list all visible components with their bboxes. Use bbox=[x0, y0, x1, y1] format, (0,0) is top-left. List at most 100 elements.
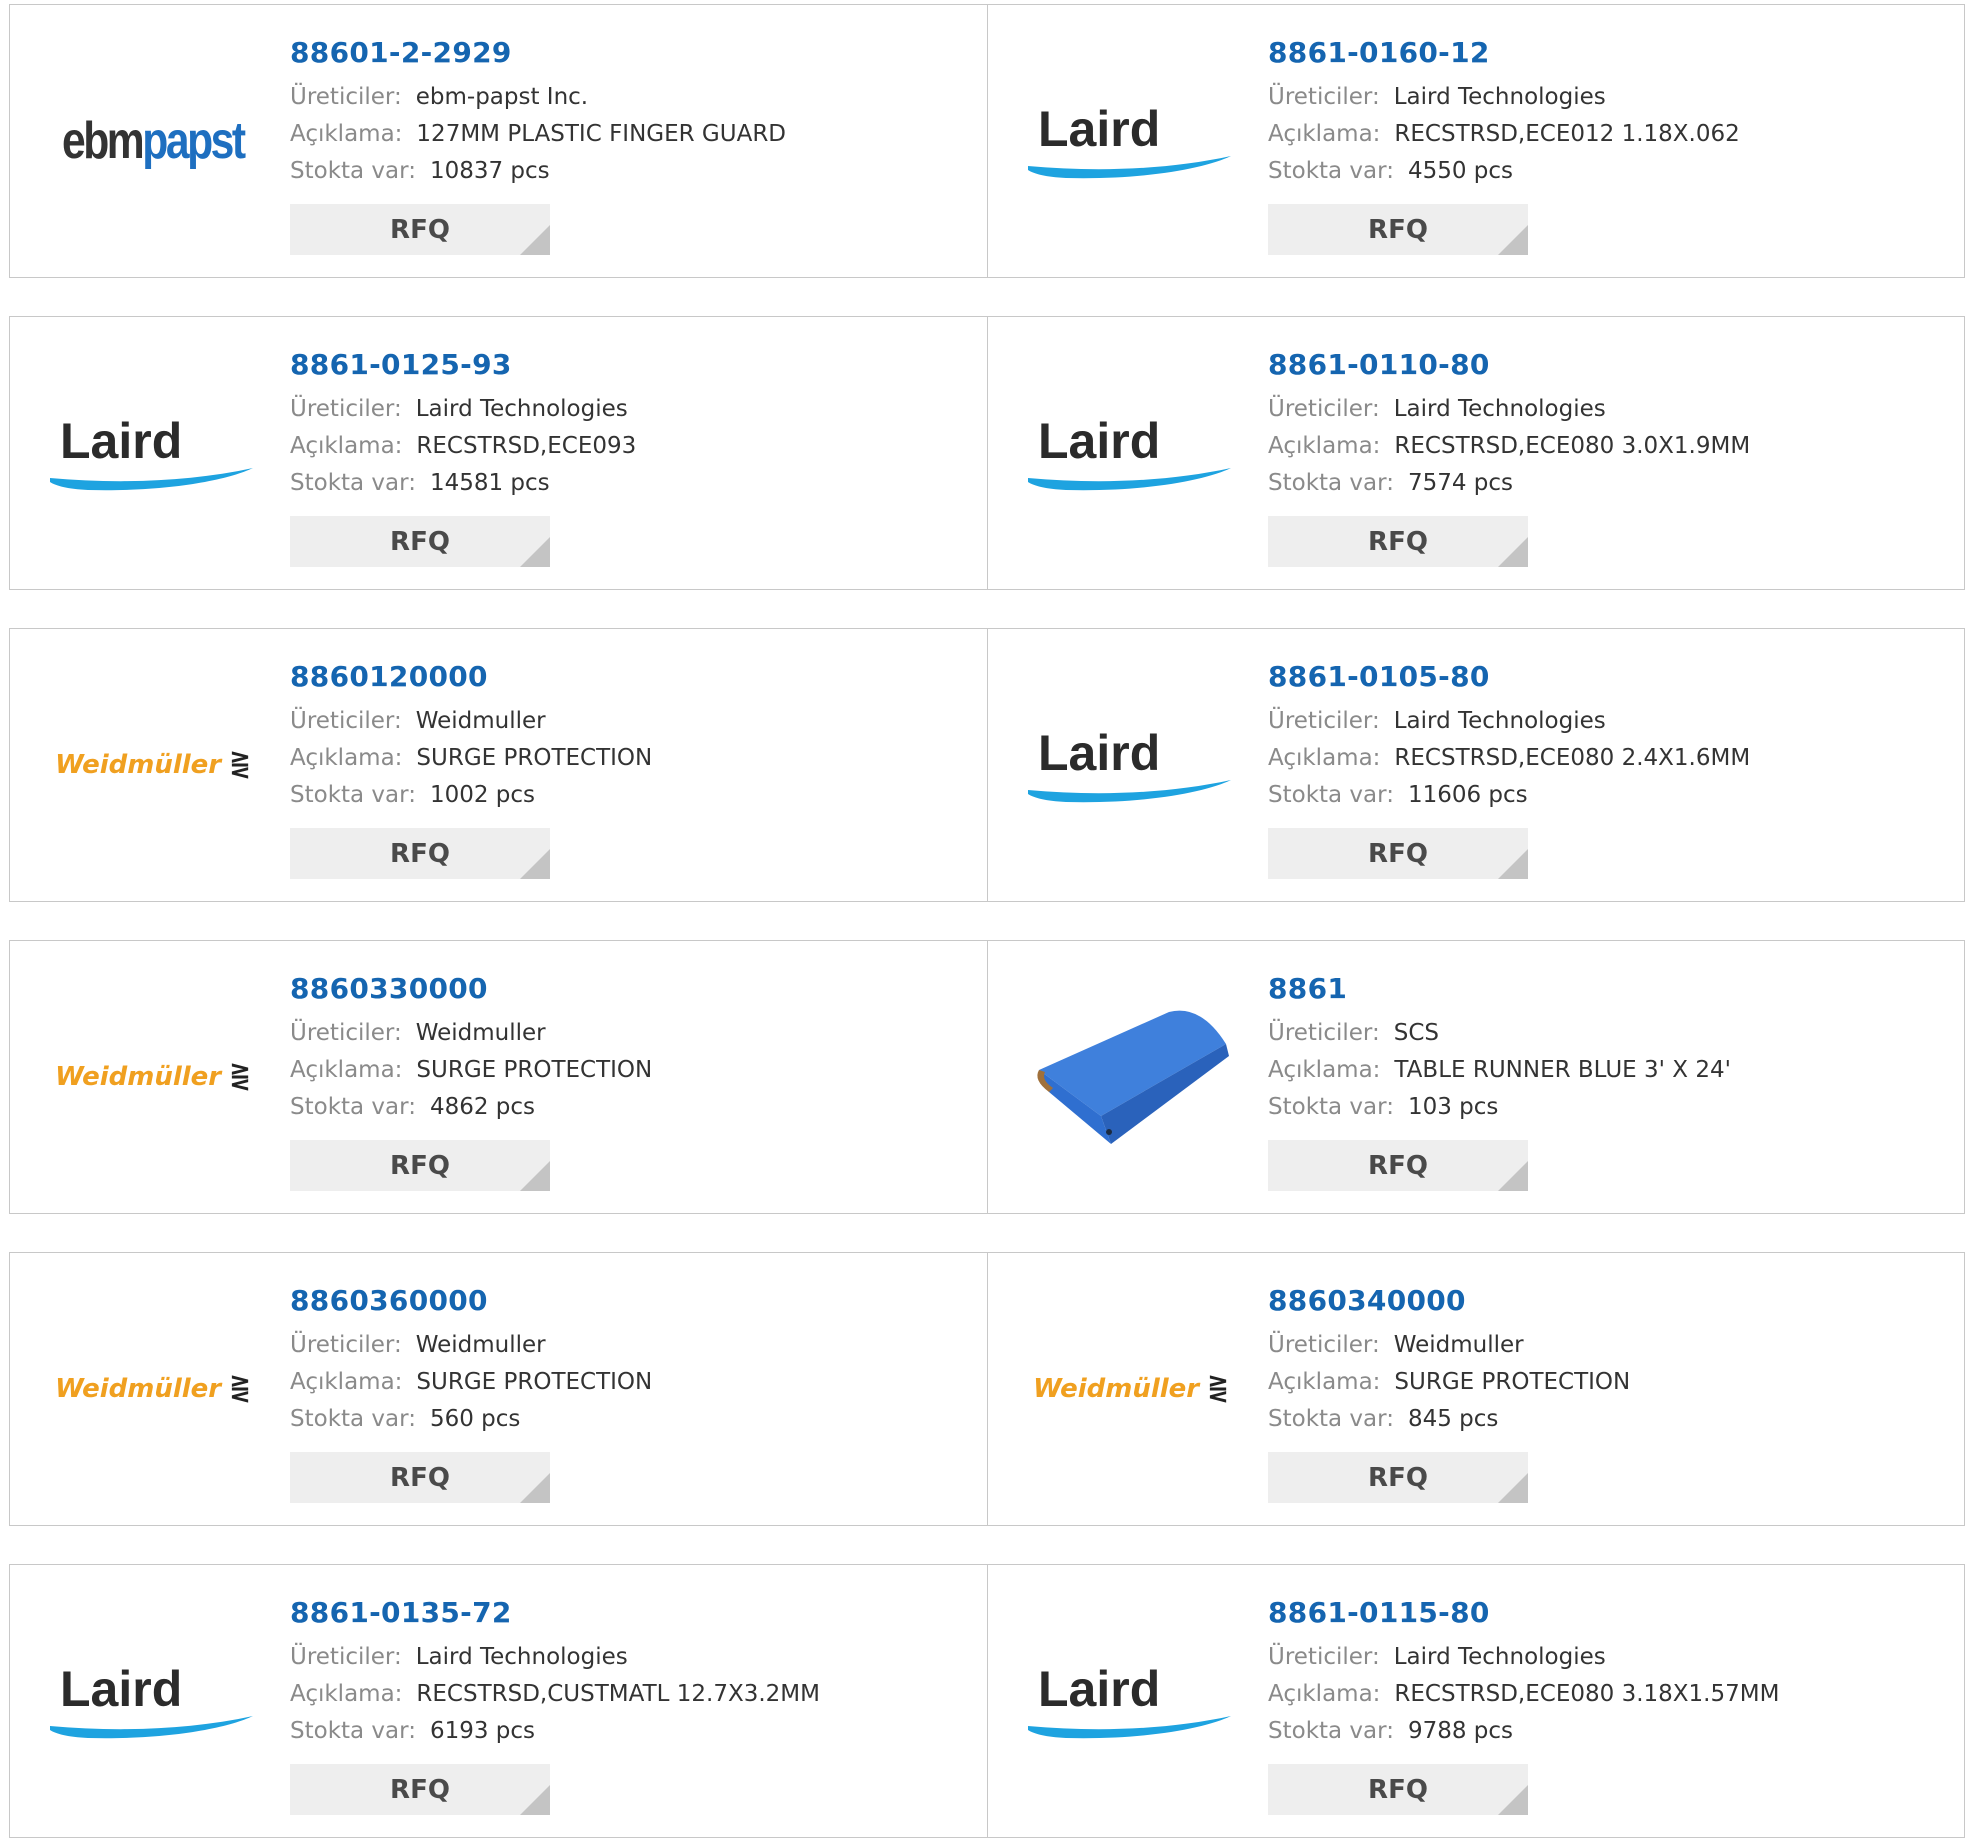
manufacturer-logo[interactable]: Weidmüller ⋛ bbox=[48, 1309, 258, 1469]
manufacturer-logo[interactable]: Laird bbox=[1026, 61, 1236, 221]
description-row: Açıklama: RECSTRSD,ECE080 3.0X1.9MM bbox=[1268, 428, 1948, 465]
laird-logo-text: Laird bbox=[1038, 1661, 1160, 1717]
description-row: Açıklama: RECSTRSD,ECE012 1.18X.062 bbox=[1268, 116, 1948, 153]
part-number-link[interactable]: 8861-0105-80 bbox=[1268, 659, 1948, 695]
corner-triangle-icon bbox=[1498, 1161, 1528, 1191]
stock-label: Stokta var: bbox=[1268, 782, 1394, 808]
rfq-label: RFQ bbox=[390, 526, 450, 557]
description-label: Açıklama: bbox=[290, 121, 403, 147]
part-number-link[interactable]: 8861 bbox=[1268, 971, 1948, 1007]
description-row: Açıklama: RECSTRSD,ECE080 3.18X1.57MM bbox=[1268, 1676, 1948, 1713]
manufacturer-row: Üreticiler: Weidmuller bbox=[290, 1327, 970, 1364]
product-info: 8861 Üreticiler: SCS Açıklama: TABLE RUNNE… bbox=[1268, 971, 1948, 1191]
manufacturer-logo[interactable]: Laird bbox=[1026, 373, 1236, 533]
description-row: Açıklama: RECSTRSD,CUSTMATL 12.7X3.2MM bbox=[290, 1676, 970, 1713]
manufacturer-row: Üreticiler: ebm-papst Inc. bbox=[290, 79, 970, 116]
manufacturer-logo[interactable]: Laird bbox=[1026, 685, 1236, 845]
manufacturer-label: Üreticiler: bbox=[1268, 708, 1380, 734]
laird-logo: Laird bbox=[1028, 1661, 1231, 1739]
part-number-link[interactable]: 8861-0110-80 bbox=[1268, 347, 1948, 383]
manufacturer-logo[interactable]: Weidmüller ⋛ bbox=[1026, 1309, 1236, 1469]
product-info: 8861-0135-72 Üreticiler: Laird Technologi… bbox=[290, 1595, 970, 1815]
stock-label: Stokta var: bbox=[290, 1718, 416, 1744]
rfq-button[interactable]: RFQ bbox=[290, 1764, 550, 1815]
part-number-link[interactable]: 8860330000 bbox=[290, 971, 970, 1007]
stock-row: Stokta var: 10837 pcs bbox=[290, 153, 970, 190]
manufacturer-logo[interactable]: ebmpapst bbox=[48, 61, 258, 221]
manufacturer-logo[interactable]: Weidmüller ⋛ bbox=[48, 685, 258, 845]
product-card: Laird 8861-0110-80 Üreticiler: Laird Tech… bbox=[987, 317, 1964, 589]
description-value: SURGE PROTECTION bbox=[416, 1057, 653, 1083]
product-card: Laird 8861-0115-80 Üreticiler: Laird Tech… bbox=[987, 1565, 1964, 1837]
product-info: 8860120000 Üreticiler: Weidmuller Açıklam… bbox=[290, 659, 970, 879]
stock-value: 6193 pcs bbox=[429, 1718, 536, 1744]
weidmuller-logo: Weidmüller ⋛ bbox=[1033, 1374, 1229, 1404]
laird-logo-text: Laird bbox=[1038, 101, 1160, 157]
manufacturer-logo[interactable]: Laird bbox=[1026, 1621, 1236, 1781]
rfq-button[interactable]: RFQ bbox=[1268, 516, 1528, 567]
stock-row: Stokta var: 4550 pcs bbox=[1268, 153, 1948, 190]
part-number-link[interactable]: 8860340000 bbox=[1268, 1283, 1948, 1319]
part-number-link[interactable]: 8861-0160-12 bbox=[1268, 35, 1948, 71]
weidmuller-logo: Weidmüller ⋛ bbox=[55, 1374, 251, 1404]
rfq-button[interactable]: RFQ bbox=[1268, 1452, 1528, 1503]
part-number-link[interactable]: 8860120000 bbox=[290, 659, 970, 695]
part-number-link[interactable]: 8861-0135-72 bbox=[290, 1595, 970, 1631]
ebmpapst-logo: ebmpapst bbox=[62, 111, 246, 171]
rfq-button[interactable]: RFQ bbox=[1268, 1140, 1528, 1191]
rfq-button[interactable]: RFQ bbox=[1268, 204, 1528, 255]
part-number-link[interactable]: 8861-0115-80 bbox=[1268, 1595, 1948, 1631]
rfq-button[interactable]: RFQ bbox=[290, 828, 550, 879]
rfq-button[interactable]: RFQ bbox=[290, 1452, 550, 1503]
description-value: SURGE PROTECTION bbox=[416, 745, 653, 771]
weidmuller-mark-icon: ⋛ bbox=[229, 1374, 251, 1404]
description-row: Açıklama: SURGE PROTECTION bbox=[290, 1052, 970, 1089]
stock-row: Stokta var: 4862 pcs bbox=[290, 1089, 970, 1126]
stock-label: Stokta var: bbox=[1268, 1718, 1394, 1744]
stock-label: Stokta var: bbox=[290, 470, 416, 496]
description-label: Açıklama: bbox=[290, 1369, 403, 1395]
rfq-button[interactable]: RFQ bbox=[290, 204, 550, 255]
product-card: 8861 Üreticiler: SCS Açıklama: TABLE RUNNE… bbox=[987, 941, 1964, 1213]
rfq-label: RFQ bbox=[1368, 214, 1428, 245]
laird-logo-text: Laird bbox=[1038, 413, 1160, 469]
rfq-button[interactable]: RFQ bbox=[1268, 828, 1528, 879]
laird-logo-text: Laird bbox=[1038, 725, 1160, 781]
product-row: Laird 8861-0125-93 Üreticiler: Laird Tech… bbox=[9, 316, 1965, 590]
description-row: Açıklama: TABLE RUNNER BLUE 3' X 24' bbox=[1268, 1052, 1948, 1089]
part-number-link[interactable]: 8861-0125-93 bbox=[290, 347, 970, 383]
rfq-button[interactable]: RFQ bbox=[290, 516, 550, 567]
part-number-link[interactable]: 88601-2-2929 bbox=[290, 35, 970, 71]
manufacturer-row: Üreticiler: Laird Technologies bbox=[1268, 391, 1948, 428]
description-row: Açıklama: SURGE PROTECTION bbox=[290, 1364, 970, 1401]
manufacturer-row: Üreticiler: Laird Technologies bbox=[1268, 79, 1948, 116]
part-number-link[interactable]: 8860360000 bbox=[290, 1283, 970, 1319]
stock-label: Stokta var: bbox=[1268, 1094, 1394, 1120]
product-info: 8861-0115-80 Üreticiler: Laird Technologi… bbox=[1268, 1595, 1948, 1815]
rfq-label: RFQ bbox=[1368, 526, 1428, 557]
manufacturer-logo[interactable]: Laird bbox=[48, 373, 258, 533]
manufacturer-value: Weidmuller bbox=[415, 1332, 546, 1358]
product-card: Laird 8861-0105-80 Üreticiler: Laird Tech… bbox=[987, 629, 1964, 901]
laird-logo-text: Laird bbox=[60, 413, 182, 469]
laird-swoosh-icon bbox=[1028, 780, 1231, 803]
manufacturer-logo[interactable] bbox=[1026, 997, 1236, 1157]
manufacturer-value: Weidmuller bbox=[415, 1020, 546, 1046]
stock-label: Stokta var: bbox=[1268, 470, 1394, 496]
stock-value: 560 pcs bbox=[429, 1406, 521, 1432]
product-row: Laird 8861-0135-72 Üreticiler: Laird Tech… bbox=[9, 1564, 1965, 1838]
rfq-button[interactable]: RFQ bbox=[1268, 1764, 1528, 1815]
description-row: Açıklama: RECSTRSD,ECE093 bbox=[290, 428, 970, 465]
description-row: Açıklama: SURGE PROTECTION bbox=[1268, 1364, 1948, 1401]
manufacturer-value: SCS bbox=[1393, 1020, 1439, 1046]
corner-triangle-icon bbox=[1498, 537, 1528, 567]
laird-logo-text: Laird bbox=[60, 1661, 182, 1717]
rfq-label: RFQ bbox=[1368, 838, 1428, 869]
product-info: 8861-0160-12 Üreticiler: Laird Technologi… bbox=[1268, 35, 1948, 255]
manufacturer-label: Üreticiler: bbox=[290, 1332, 402, 1358]
manufacturer-logo[interactable]: Laird bbox=[48, 1621, 258, 1781]
stock-row: Stokta var: 6193 pcs bbox=[290, 1713, 970, 1750]
manufacturer-logo[interactable]: Weidmüller ⋛ bbox=[48, 997, 258, 1157]
laird-logo: Laird bbox=[1028, 725, 1231, 803]
rfq-button[interactable]: RFQ bbox=[290, 1140, 550, 1191]
